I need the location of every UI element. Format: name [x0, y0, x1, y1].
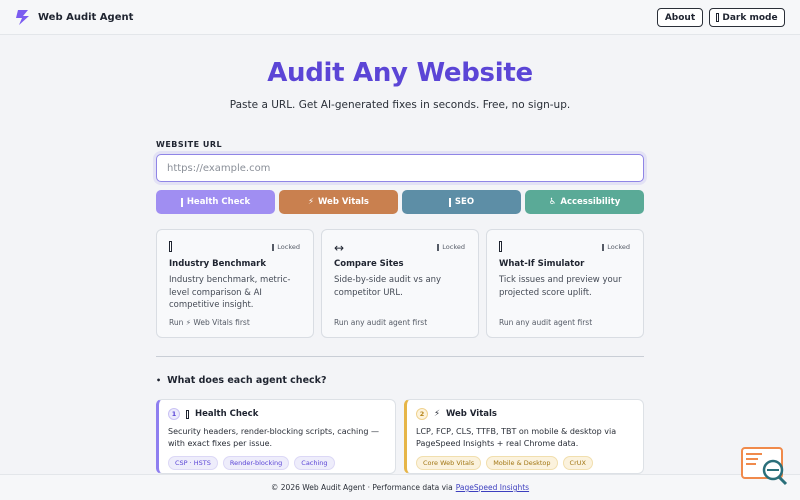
seo-label: SEO	[454, 197, 475, 207]
locked-badge: Locked	[437, 243, 465, 251]
url-input[interactable]	[156, 154, 644, 182]
locked-badge: Locked	[272, 243, 300, 251]
accessibility-button[interactable]: ♿ Accessibility	[525, 190, 644, 214]
accessibility-label: Accessibility	[560, 197, 621, 207]
health-check-button[interactable]: Health Check	[156, 190, 275, 214]
card-requirement: Run any audit agent first	[499, 318, 593, 327]
locked-label: Locked	[607, 243, 630, 251]
lightning-icon: ⚡	[434, 409, 440, 419]
section-divider	[156, 356, 644, 357]
page-subtitle: Paste a URL. Get AI-generated fixes in s…	[229, 99, 571, 111]
detail-card-title: Web Vitals	[445, 409, 497, 419]
card-requirement: Run ⚡ Web Vitals first	[169, 318, 250, 327]
step-number: 2	[416, 408, 428, 420]
detail-card-description: Security headers, render-blocking script…	[168, 427, 379, 448]
health-check-detail-card: 1 Health Check Security headers, render-…	[156, 399, 396, 474]
tag: CrUX	[562, 456, 593, 470]
lock-icon	[437, 243, 440, 251]
footer: © 2026 Web Audit Agent · Performance dat…	[0, 474, 800, 500]
locked-badge: Locked	[602, 243, 630, 251]
card-description: Tick issues and preview your projected s…	[499, 275, 622, 298]
lightning-icon: ⚡	[308, 197, 314, 207]
agent-details-title: What does each agent check?	[167, 375, 327, 386]
card-title: Compare Sites	[334, 259, 404, 269]
web-vitals-detail-card: 2 ⚡ Web Vitals LCP, FCP, CLS, TTFB, TBT …	[404, 399, 644, 474]
top-bar: Web Audit Agent About Dark mode	[0, 0, 800, 35]
agent-details-toggle[interactable]: • What does each agent check?	[156, 375, 326, 386]
web-vitals-label: Web Vitals	[317, 197, 369, 207]
bar-icon	[448, 197, 451, 207]
web-vitals-button[interactable]: ⚡ Web Vitals	[279, 190, 398, 214]
tag: Mobile & Desktop	[486, 456, 558, 470]
dark-mode-label: Dark mode	[722, 12, 778, 23]
accessibility-icon: ♿	[548, 197, 557, 207]
card-title: What-If Simulator	[499, 259, 585, 269]
step-number: 1	[168, 408, 180, 420]
brand[interactable]: Web Audit Agent	[14, 8, 133, 26]
tag: Caching	[294, 456, 335, 470]
bar-chart-icon	[169, 241, 172, 255]
tag-list: Core Web Vitals Mobile & Desktop CrUX	[416, 456, 593, 470]
moon-icon	[716, 13, 720, 22]
seo-button[interactable]: SEO	[402, 190, 521, 214]
page-title: Audit Any Website	[267, 58, 533, 88]
compare-sites-card[interactable]: ↔ Locked Compare Sites Side-by-side audi…	[321, 229, 479, 338]
locked-label: Locked	[277, 243, 300, 251]
pagespeed-link[interactable]: PageSpeed Insights	[456, 483, 529, 492]
card-title: Industry Benchmark	[169, 259, 266, 269]
lock-icon	[602, 243, 605, 251]
bar-icon	[180, 197, 183, 207]
disclosure-marker: •	[156, 376, 162, 385]
what-if-simulator-card[interactable]: Locked What-If Simulator Tick issues and…	[486, 229, 644, 338]
tag: CSP · HSTS	[168, 456, 218, 470]
about-button[interactable]: About	[657, 8, 703, 27]
brand-name: Web Audit Agent	[38, 11, 134, 23]
card-description: Industry benchmark, metric-level compari…	[169, 275, 291, 310]
industry-benchmark-card[interactable]: Locked Industry Benchmark Industry bench…	[156, 229, 314, 338]
dark-mode-button[interactable]: Dark mode	[709, 8, 785, 27]
detail-card-header: 1 Health Check	[168, 408, 258, 420]
lock-icon	[272, 243, 275, 251]
detail-card-header: 2 ⚡ Web Vitals	[416, 408, 497, 420]
card-requirement: Run any audit agent first	[334, 318, 428, 327]
search-chat-icon[interactable]	[740, 446, 790, 488]
bar-icon	[186, 409, 189, 419]
card-description: Side-by-side audit vs any competitor URL…	[334, 275, 442, 298]
locked-label: Locked	[442, 243, 465, 251]
tag: Render-blocking	[222, 456, 290, 470]
tag: Core Web Vitals	[416, 456, 482, 470]
footer-text: © 2026 Web Audit Agent · Performance dat…	[270, 483, 453, 492]
health-check-label: Health Check	[186, 197, 251, 207]
lightning-bolt-icon	[16, 10, 29, 25]
simulator-icon	[499, 241, 502, 255]
detail-card-title: Health Check	[195, 409, 259, 419]
detail-card-description: LCP, FCP, CLS, TTFB, TBT on mobile & des…	[416, 427, 617, 448]
compare-arrows-icon: ↔	[334, 241, 345, 255]
url-label: WEBSITE URL	[156, 140, 223, 149]
tag-list: CSP · HSTS Render-blocking Caching	[168, 456, 335, 470]
